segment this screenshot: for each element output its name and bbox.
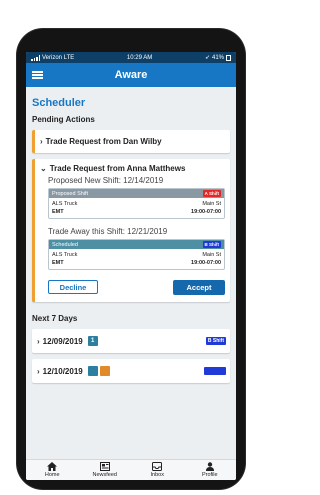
shift-location: Main St	[202, 201, 221, 207]
trade-request-card-dan[interactable]: › Trade Request from Dan Wilby	[32, 130, 230, 153]
signal-icon	[31, 54, 40, 61]
phone-frame: Verizon LTE 10:29 AM ➶ 41% Aware Schedul…	[17, 29, 245, 489]
page-title: Scheduler	[32, 97, 86, 109]
nav-inbox[interactable]: Inbox	[131, 460, 184, 480]
home-icon	[47, 462, 58, 471]
shift-badge: A Shift	[202, 190, 221, 197]
chevron-right-icon: ›	[40, 137, 43, 146]
day-date: 12/10/2019	[42, 366, 83, 376]
menu-icon[interactable]	[32, 69, 43, 81]
proposed-shift-label: Proposed New Shift: 12/14/2019	[48, 176, 164, 185]
decline-button[interactable]: Decline	[48, 280, 98, 294]
nav-home[interactable]: Home	[26, 460, 79, 480]
shift-location: Main St	[202, 252, 221, 258]
chevron-right-icon: ›	[37, 336, 40, 346]
time-label: 10:29 AM	[126, 54, 153, 61]
shift-header: Proposed Shift	[52, 190, 89, 197]
shift-unit: ALS Truck	[52, 252, 78, 258]
newsfeed-icon	[99, 462, 110, 471]
day-date: 12/09/2019	[42, 336, 83, 346]
scheduler-content[interactable]: Scheduler Pending Actions › Trade Reques…	[26, 87, 236, 460]
shift-role: EMT	[52, 209, 64, 215]
shift-tag: B Shift	[205, 337, 226, 345]
shift-badge: B Shift	[202, 241, 221, 248]
app-title: Aware	[114, 69, 148, 81]
status-bar: Verizon LTE 10:29 AM ➶ 41%	[26, 52, 236, 63]
battery-icon	[226, 54, 231, 61]
pending-actions-title: Pending Actions	[32, 115, 95, 124]
trade-request-title: Trade Request from Dan Wilby	[45, 137, 162, 146]
accept-button[interactable]: Accept	[173, 280, 225, 295]
day-card[interactable]: › 12/10/2019	[32, 359, 230, 383]
scheduled-shift-box: Scheduled B Shift ALS Truck Main St EMT 19…	[48, 239, 225, 270]
inbox-icon	[152, 462, 163, 471]
proposed-shift-box: Proposed Shift A Shift ALS Truck Main St …	[48, 188, 225, 219]
trade-request-title: Trade Request from Anna Matthews	[49, 164, 186, 173]
nav-profile[interactable]: Profile	[184, 460, 237, 480]
app-bar: Aware	[26, 63, 236, 87]
day-card[interactable]: › 12/09/2019 1 B Shift	[32, 329, 230, 353]
trade-request-card-anna[interactable]: ⌄ Trade Request from Anna Matthews Propo…	[32, 159, 230, 302]
nav-inbox-label: Inbox	[150, 472, 164, 478]
nav-home-label: Home	[44, 472, 60, 478]
location-icon: ➶	[204, 55, 210, 61]
shift-hours: 19:00-07:00	[191, 209, 221, 215]
shift-count-badge	[87, 366, 98, 376]
nav-profile-label: Profile	[201, 472, 218, 478]
bottom-nav: Home Newsfeed Inbox Profile	[26, 459, 236, 480]
shift-count-badge: 1	[87, 336, 98, 346]
nav-newsfeed[interactable]: Newsfeed	[79, 460, 132, 480]
shift-unit: ALS Truck	[52, 201, 78, 207]
profile-icon	[205, 462, 214, 471]
shift-hours: 19:00-07:00	[191, 260, 221, 266]
shift-count-badge	[99, 366, 110, 376]
shift-role: EMT	[52, 260, 64, 266]
battery-label: 41%	[211, 54, 224, 61]
trade-away-label: Trade Away this Shift: 12/21/2019	[48, 227, 168, 236]
shift-tag	[204, 367, 226, 375]
app-screen: Verizon LTE 10:29 AM ➶ 41% Aware Schedul…	[26, 52, 236, 480]
carrier-label: Verizon LTE	[42, 54, 75, 61]
shift-header: Scheduled	[52, 241, 78, 248]
chevron-right-icon: ›	[37, 366, 40, 376]
chevron-down-icon[interactable]: ⌄	[40, 164, 47, 173]
next-days-title: Next 7 Days	[32, 314, 78, 323]
nav-newsfeed-label: Newsfeed	[92, 472, 117, 478]
